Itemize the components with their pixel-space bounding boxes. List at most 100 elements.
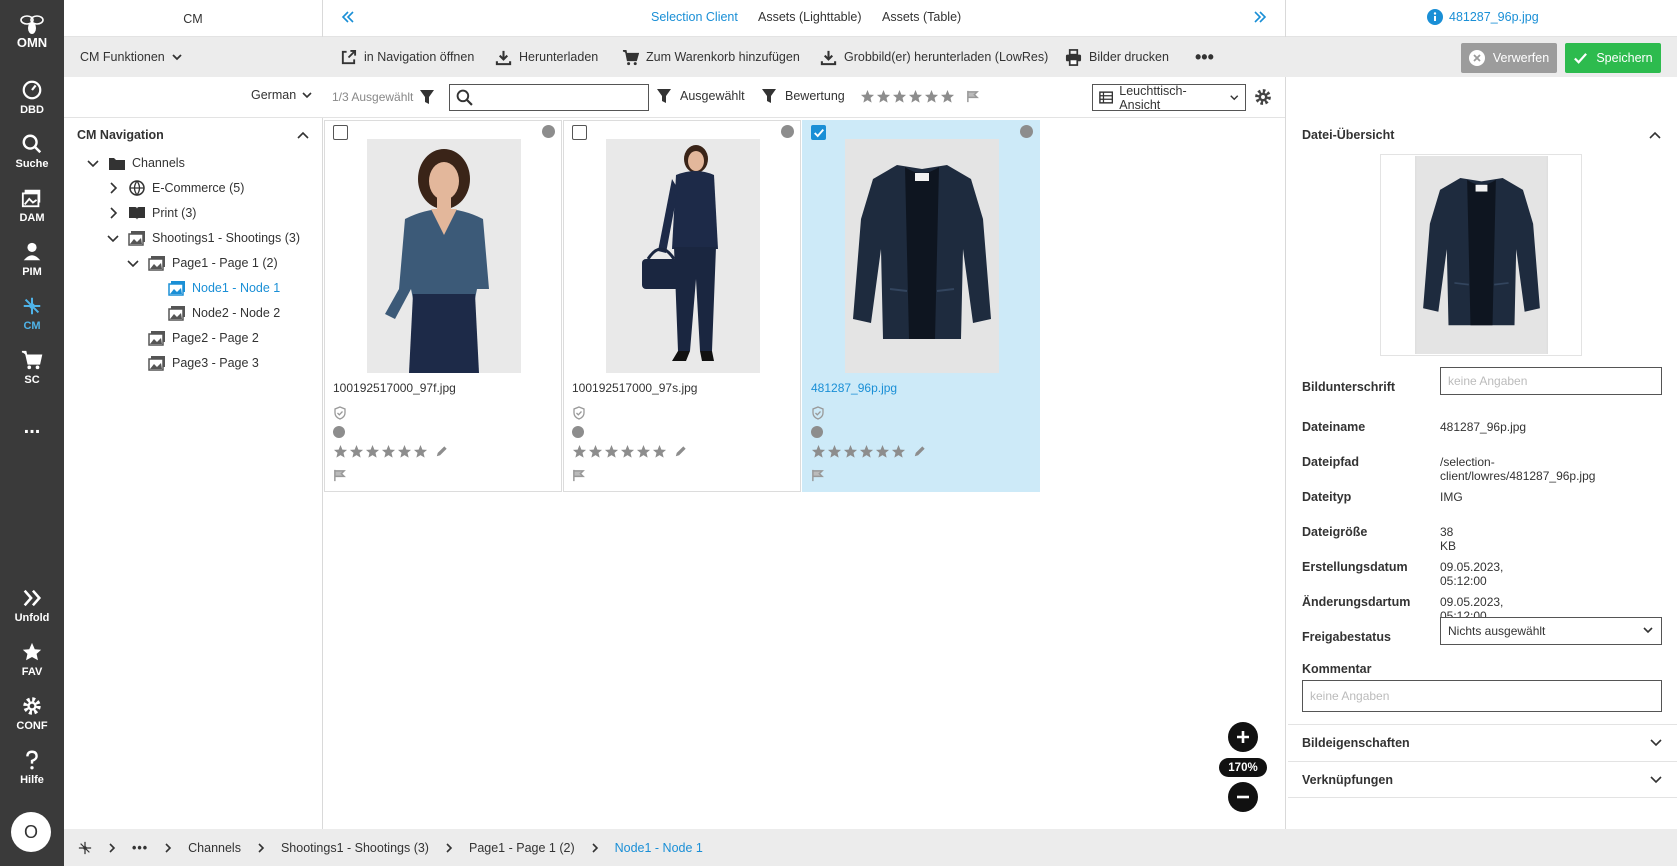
asset-checkbox[interactable] — [572, 125, 587, 140]
filter-rating-button[interactable]: Bewertung — [761, 88, 845, 104]
star-icon[interactable] — [875, 444, 890, 462]
rail-item-fav[interactable]: FAV — [0, 634, 64, 684]
filter-toggle-button[interactable] — [419, 89, 435, 105]
tree-node[interactable]: Node2 - Node 2 — [146, 302, 280, 324]
star-icon[interactable] — [397, 444, 412, 462]
network-icon[interactable] — [78, 841, 92, 855]
asset-thumbnail[interactable] — [845, 139, 999, 373]
chevron-down-icon[interactable] — [126, 256, 140, 270]
star-icon[interactable] — [604, 444, 619, 462]
star-icon[interactable] — [811, 444, 826, 462]
breadcrumb-item[interactable]: Channels — [188, 841, 241, 855]
flag-icon[interactable] — [333, 469, 346, 482]
rail-more-button[interactable]: ... — [0, 402, 64, 452]
breadcrumb-item[interactable]: Node1 - Node 1 — [615, 841, 703, 855]
language-dropdown[interactable]: German — [251, 88, 313, 102]
breadcrumb-item[interactable]: Page1 - Page 1 (2) — [469, 841, 575, 855]
open-in-navigation-button[interactable]: in Navigation öffnen — [340, 37, 474, 77]
zoom-out-button[interactable] — [1228, 782, 1258, 812]
zoom-in-button[interactable] — [1228, 722, 1258, 752]
flag-filter-button[interactable] — [966, 90, 979, 103]
cm-funktionen-dropdown[interactable]: CM Funktionen — [80, 37, 183, 77]
section-verknuepfungen[interactable]: Verknüpfungen — [1288, 761, 1677, 798]
approval-status-select[interactable]: Nichts ausgewählt — [1440, 617, 1662, 645]
save-button[interactable]: Speichern — [1565, 43, 1661, 73]
filter-selected-button[interactable]: Ausgewählt — [656, 88, 745, 104]
search-field[interactable] — [449, 84, 649, 111]
rail-item-cm[interactable]: CM — [0, 288, 64, 338]
star-icon[interactable] — [859, 444, 874, 462]
settings-button[interactable] — [1254, 88, 1272, 106]
rail-item-dbd[interactable]: DBD — [0, 72, 64, 122]
chevron-down-icon[interactable] — [106, 231, 120, 245]
star-icon[interactable] — [588, 444, 603, 462]
rating-stars[interactable] — [333, 444, 449, 462]
tree-node[interactable]: E-Commerce (5) — [106, 177, 244, 199]
star-icon[interactable] — [349, 444, 364, 462]
tab-assets-table[interactable]: Assets (Table) — [882, 10, 961, 24]
star-icon[interactable] — [891, 444, 906, 462]
rating-stars[interactable] — [811, 444, 927, 462]
tree-node[interactable]: Page2 - Page 2 — [126, 327, 259, 349]
collapse-left-button[interactable] — [340, 9, 356, 27]
rail-item-sc[interactable]: SC — [0, 342, 64, 392]
tree-node[interactable]: Page1 - Page 1 (2) — [126, 252, 278, 274]
search-input[interactable] — [479, 90, 639, 105]
star-icon[interactable] — [572, 444, 587, 462]
star-icon[interactable] — [365, 444, 380, 462]
print-images-button[interactable]: Bilder drucken — [1065, 37, 1169, 77]
asset-card[interactable]: 100192517000_97f.jpg — [324, 120, 562, 492]
star-icon[interactable] — [843, 444, 858, 462]
star-icon[interactable] — [413, 444, 428, 462]
view-mode-dropdown[interactable]: Leuchttisch-Ansicht — [1092, 84, 1246, 112]
chevron-down-icon[interactable] — [86, 156, 100, 170]
asset-thumbnail[interactable] — [606, 139, 760, 373]
rail-item-conf[interactable]: CONF — [0, 688, 64, 738]
discard-button[interactable]: Verwerfen — [1461, 43, 1557, 73]
download-lowres-button[interactable]: Grobbild(er) herunterladen (LowRes) — [820, 37, 1048, 77]
star-icon[interactable] — [381, 444, 396, 462]
breadcrumb-more[interactable]: ••• — [132, 841, 148, 855]
tab-selection-client[interactable]: Selection Client — [651, 10, 738, 24]
comment-field[interactable]: keine Angaben — [1302, 680, 1662, 712]
flag-icon[interactable] — [572, 469, 585, 482]
preview-image[interactable] — [1415, 156, 1548, 354]
asset-card[interactable]: 481287_96p.jpg — [802, 120, 1040, 492]
breadcrumb-item[interactable]: Shootings1 - Shootings (3) — [281, 841, 429, 855]
star-icon[interactable] — [827, 444, 842, 462]
asset-checkbox[interactable] — [333, 125, 348, 140]
pencil-icon[interactable] — [673, 444, 688, 462]
chevron-right-icon[interactable] — [106, 206, 120, 220]
rail-item-pim[interactable]: PIM — [0, 234, 64, 284]
omn-logo[interactable]: OMN — [0, 6, 64, 56]
tree-node[interactable]: Page3 - Page 3 — [126, 352, 259, 374]
star-icon[interactable] — [636, 444, 651, 462]
star-icon[interactable] — [652, 444, 667, 462]
pencil-icon[interactable] — [912, 444, 927, 462]
pencil-icon[interactable] — [434, 444, 449, 462]
rail-item-unfold[interactable]: Unfold — [0, 580, 64, 630]
tree-node[interactable]: Node1 - Node 1 — [146, 277, 280, 299]
tab-assets-lighttable[interactable]: Assets (Lighttable) — [758, 10, 862, 24]
rail-item-suche[interactable]: Suche — [0, 126, 64, 176]
collapse-navigation-button[interactable] — [296, 128, 310, 142]
tree-node[interactable]: Shootings1 - Shootings (3) — [106, 227, 300, 249]
chevron-right-icon[interactable] — [106, 181, 120, 195]
more-actions-button[interactable]: ••• — [1195, 37, 1214, 77]
user-avatar[interactable]: O — [11, 812, 51, 852]
star-icon[interactable] — [333, 444, 348, 462]
add-to-cart-button[interactable]: Zum Warenkorb hinzufügen — [622, 37, 800, 77]
collapse-details-button[interactable] — [1648, 128, 1662, 142]
rail-item-hilfe[interactable]: Hilfe — [0, 742, 64, 792]
download-button[interactable]: Herunterladen — [495, 37, 598, 77]
expand-right-button[interactable] — [1252, 9, 1268, 27]
asset-card[interactable]: 100192517000_97s.jpg — [563, 120, 801, 492]
tree-node[interactable]: Channels — [86, 152, 185, 174]
section-bildeigenschaften[interactable]: Bildeigenschaften — [1288, 724, 1677, 761]
rail-item-dam[interactable]: DAM — [0, 180, 64, 230]
rating-stars[interactable] — [572, 444, 688, 462]
tree-node[interactable]: Print (3) — [106, 202, 196, 224]
asset-checkbox[interactable] — [811, 125, 826, 140]
caption-field[interactable]: keine Angaben — [1440, 367, 1662, 395]
rating-filter-stars[interactable] — [860, 89, 955, 107]
